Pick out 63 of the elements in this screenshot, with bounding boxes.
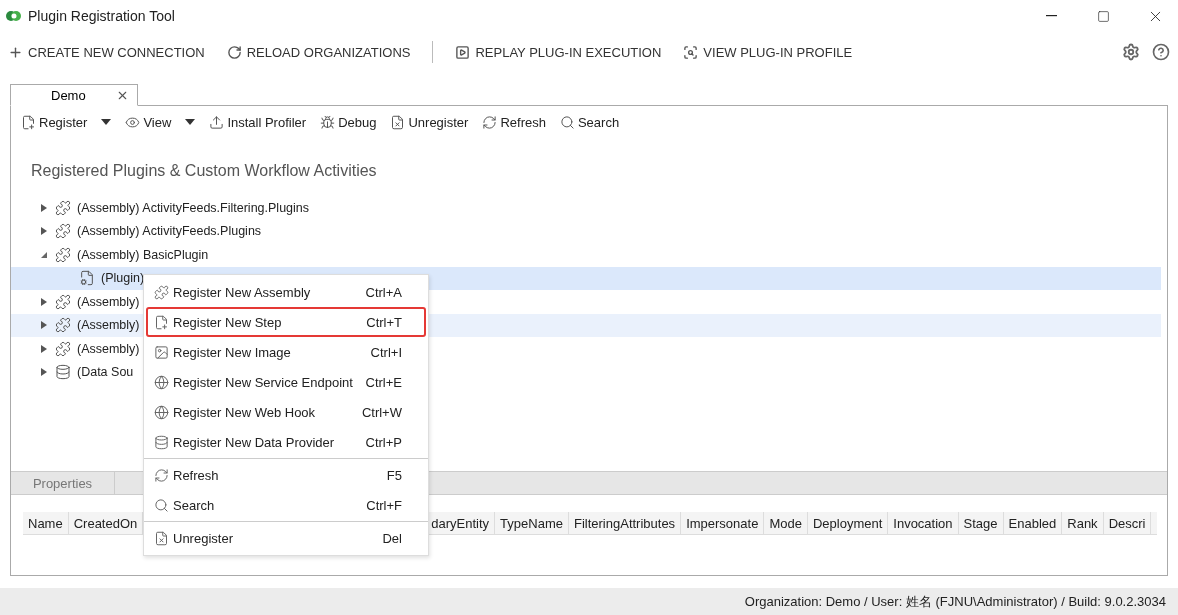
toolbar-button[interactable]: View [125,114,172,130]
column-header[interactable]: Name [23,512,69,534]
help-icon[interactable] [1152,43,1170,61]
toolbar-button[interactable]: Install Profiler [209,114,307,130]
plus-icon [8,44,23,60]
toolbar-button[interactable]: Unregister [390,114,469,130]
tree-item[interactable]: (Assembly) [77,341,140,356]
tree-item[interactable]: (Assembly) ActivityFeeds.Filtering.Plugins [77,200,310,215]
status-bar: Organization: Demo / User: 姓名 (FJNU\Administrator) / Build: 9.0.2.3034 [0,588,1178,615]
collapsed-triangle-icon[interactable] [40,344,48,353]
column-header[interactable]: FilteringAttributes [568,512,682,534]
tree-item[interactable]: (Assembly) [77,318,140,333]
tree-item[interactable]: (Data Sou [77,365,134,380]
dropdown-caret-icon[interactable] [101,119,112,125]
tree-item[interactable]: (Plugin) [101,271,145,286]
column-header[interactable]: Deployment [807,512,889,534]
collapsed-triangle-icon[interactable] [40,203,48,212]
globe-icon [154,404,169,420]
top-action-button[interactable]: CREATE NEW CONNECTION [8,44,205,60]
view-icon [125,114,141,130]
collapsed-triangle-icon[interactable] [40,297,48,306]
collapsed-triangle-icon[interactable] [40,227,48,236]
unregister-icon [154,530,169,546]
toolbar-button[interactable]: Search [559,114,620,130]
column-header[interactable]: Impersonate [681,512,765,534]
tree-item[interactable]: (Assembly) ActivityFeeds.Plugins [77,224,262,239]
dropdown-caret-icon[interactable] [185,119,196,125]
image-icon [154,344,169,360]
top-action-button[interactable]: RELOAD ORGANIZATIONS [226,44,411,60]
toolbar-button[interactable]: Refresh [482,114,546,130]
column-header[interactable]: Enabled [1003,512,1063,534]
connection-tab[interactable]: Demo [10,84,138,106]
collapsed-triangle-icon[interactable] [40,321,48,330]
refresh-icon [482,114,498,130]
reload-icon [226,44,242,60]
unregister-icon [390,114,406,130]
expanded-triangle-icon[interactable] [40,250,48,259]
column-header[interactable]: Invocation [888,512,959,534]
settings-icon[interactable] [1122,43,1140,61]
refresh-icon [154,467,169,483]
collapsed-triangle-icon[interactable] [40,368,48,377]
search-icon [154,497,169,513]
section-heading: Registered Plugins & Custom Workflow Activities [31,162,378,180]
top-action-button[interactable]: VIEW PLUG-IN PROFILE [683,44,853,60]
replay-icon [455,44,471,60]
top-action-button[interactable]: REPLAY PLUG-IN EXECUTION [455,44,662,60]
debug-icon [320,114,336,130]
column-header[interactable]: Stage [958,512,1004,534]
column-header[interactable]: Mode [764,512,808,534]
app-logo-icon [6,9,22,23]
tree-item[interactable]: (Assembly) BasicPlugin [77,247,209,262]
column-header[interactable]: Descri [1103,512,1152,534]
window-title: Plugin Registration Tool [28,8,176,24]
column-header[interactable]: Rank [1062,512,1104,534]
globe-icon [154,374,169,390]
toolbar-button[interactable]: Debug [320,114,377,130]
maximize-icon [1096,9,1110,23]
toolbar-button[interactable]: Register [21,114,88,130]
menu-item[interactable]: Register New Step Ctrl+T [146,307,426,337]
tree-item[interactable]: (Assembly) [77,294,140,309]
minimize-icon [1045,15,1057,17]
search-icon [559,114,575,130]
column-header[interactable]: TypeName [495,512,569,534]
